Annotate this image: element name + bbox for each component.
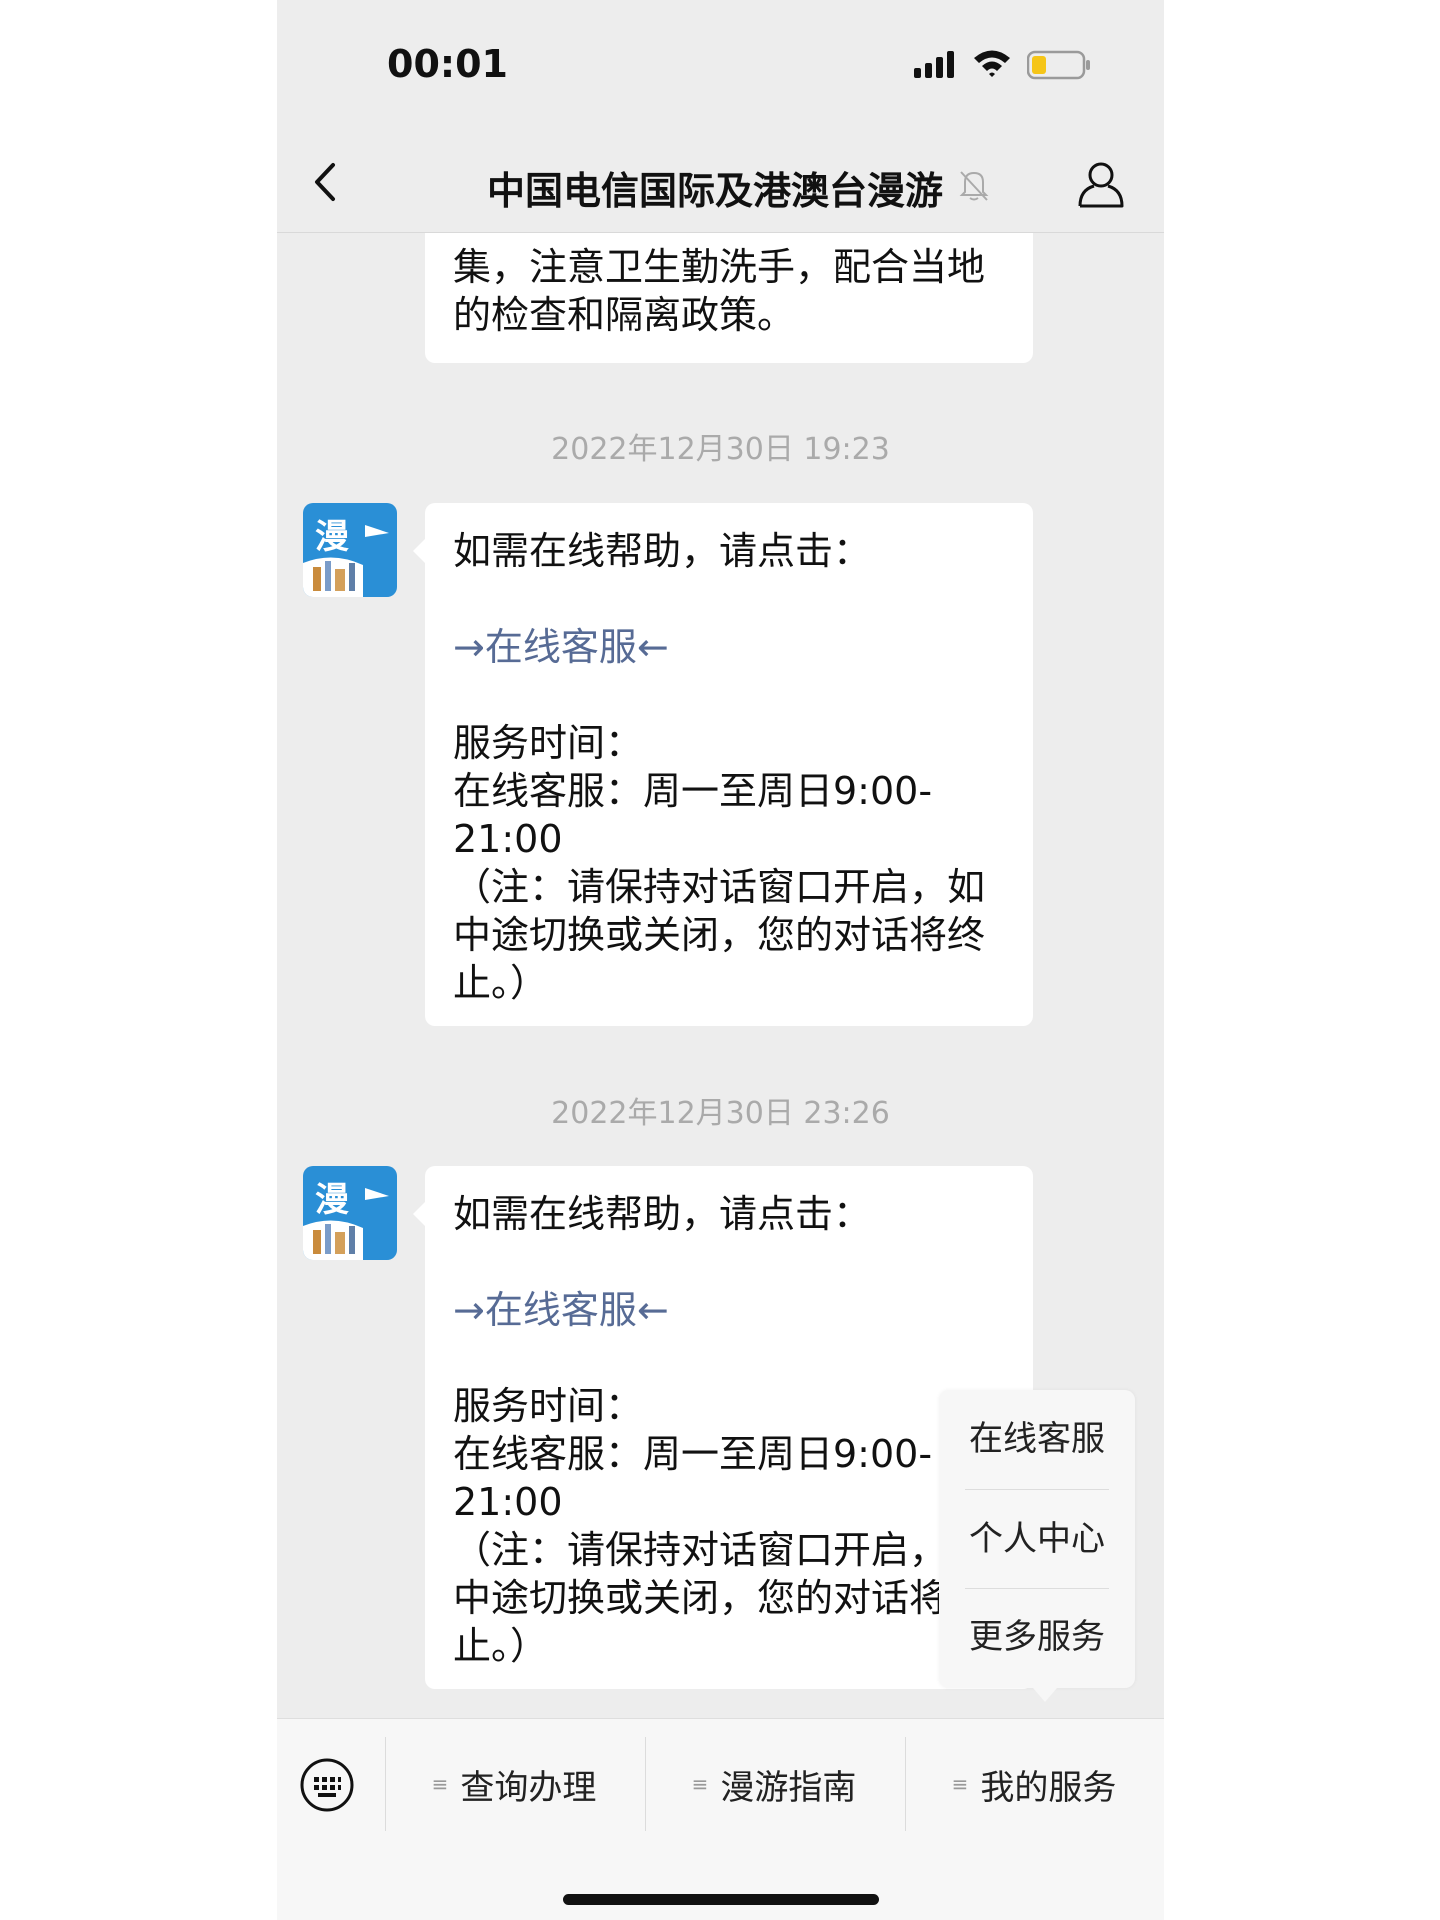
status-time: 00:01 [387,42,508,86]
popup-arrow [1033,1688,1057,1702]
message-text: 21:00 [453,1480,563,1524]
message-text: 中途切换或关闭，您的对话将终 [453,913,986,957]
menu-label: 漫游指南 [720,1767,857,1808]
online-service-link[interactable]: →在线客服← [453,1286,1005,1334]
popup-menu: 在线客服 个人中心 更多服务 [939,1390,1135,1688]
phone-screen: 集，注意卫生勤洗手，配合当地 的检查和隔离政策。 2022年12月30日 19:… [277,0,1164,1920]
back-icon[interactable] [311,162,341,202]
message-text: 如需在线帮助，请点击： [453,529,872,573]
bottom-menu-bar: ≡ 查询办理 ≡ 漫游指南 ≡ 我的服务 [277,1718,1164,1920]
timestamp: 2022年12月30日 19:23 [551,432,890,467]
profile-icon[interactable] [1076,160,1126,208]
menu-roaming-guide[interactable]: ≡ 漫游指南 [645,1719,903,1849]
nav-bar: 中国电信国际及港澳台漫游 [277,130,1164,233]
message-bubble: 如需在线帮助，请点击： →在线客服← 服务时间： 在线客服：周一至周日9:00-… [413,503,1033,1026]
home-indicator[interactable] [563,1894,879,1905]
menu-label: 查询办理 [460,1767,597,1808]
message-text: 止。） [453,1624,549,1668]
message-text: （注：请保持对话窗口开启，如 [453,865,986,909]
status-bar: 00:01 [277,0,1164,130]
wifi-icon [974,50,1010,77]
popup-item-personal-center[interactable]: 个人中心 [939,1490,1135,1588]
message-text: 止。） [453,961,549,1005]
plane-icon [303,525,389,597]
cellular-signal-icon [914,51,954,78]
page-title: 中国电信国际及港澳台漫游 [487,169,944,213]
message-text: 服务时间： [453,1384,644,1428]
message-text: （注：请保持对话窗口开启，如 [453,1528,986,1572]
menu-label: 我的服务 [980,1767,1117,1808]
plane-icon [303,1188,389,1260]
menu-my-services[interactable]: ≡ 我的服务 [905,1719,1163,1849]
timestamp: 2022年12月30日 23:26 [551,1096,890,1131]
keyboard-icon[interactable] [299,1757,355,1813]
menu-list-icon: ≡ [431,1772,449,1796]
menu-list-icon: ≡ [951,1772,969,1796]
message-text: 在线客服：周一至周日9:00- [453,1432,933,1476]
message-text: 在线客服：周一至周日9:00- [453,769,933,813]
menu-list-icon: ≡ [691,1772,709,1796]
message-text: 21:00 [453,817,563,861]
mute-bell-icon [959,171,989,201]
message-text: 服务时间： [453,721,644,765]
avatar[interactable]: 漫 [303,1166,397,1260]
online-service-link[interactable]: →在线客服← [453,623,1005,671]
avatar[interactable]: 漫 [303,503,397,597]
menu-query-handle[interactable]: ≡ 查询办理 [385,1719,643,1849]
popup-item-more-services[interactable]: 更多服务 [939,1588,1135,1686]
popup-item-online-service[interactable]: 在线客服 [939,1390,1135,1488]
message-text: 集，注意卫生勤洗手，配合当地 [453,245,986,289]
message-text: 如需在线帮助，请点击： [453,1192,872,1236]
message-text: 中途切换或关闭，您的对话将终 [453,1576,986,1620]
battery-icon [1027,50,1090,80]
message-text: 的检查和隔离政策。 [453,293,796,337]
